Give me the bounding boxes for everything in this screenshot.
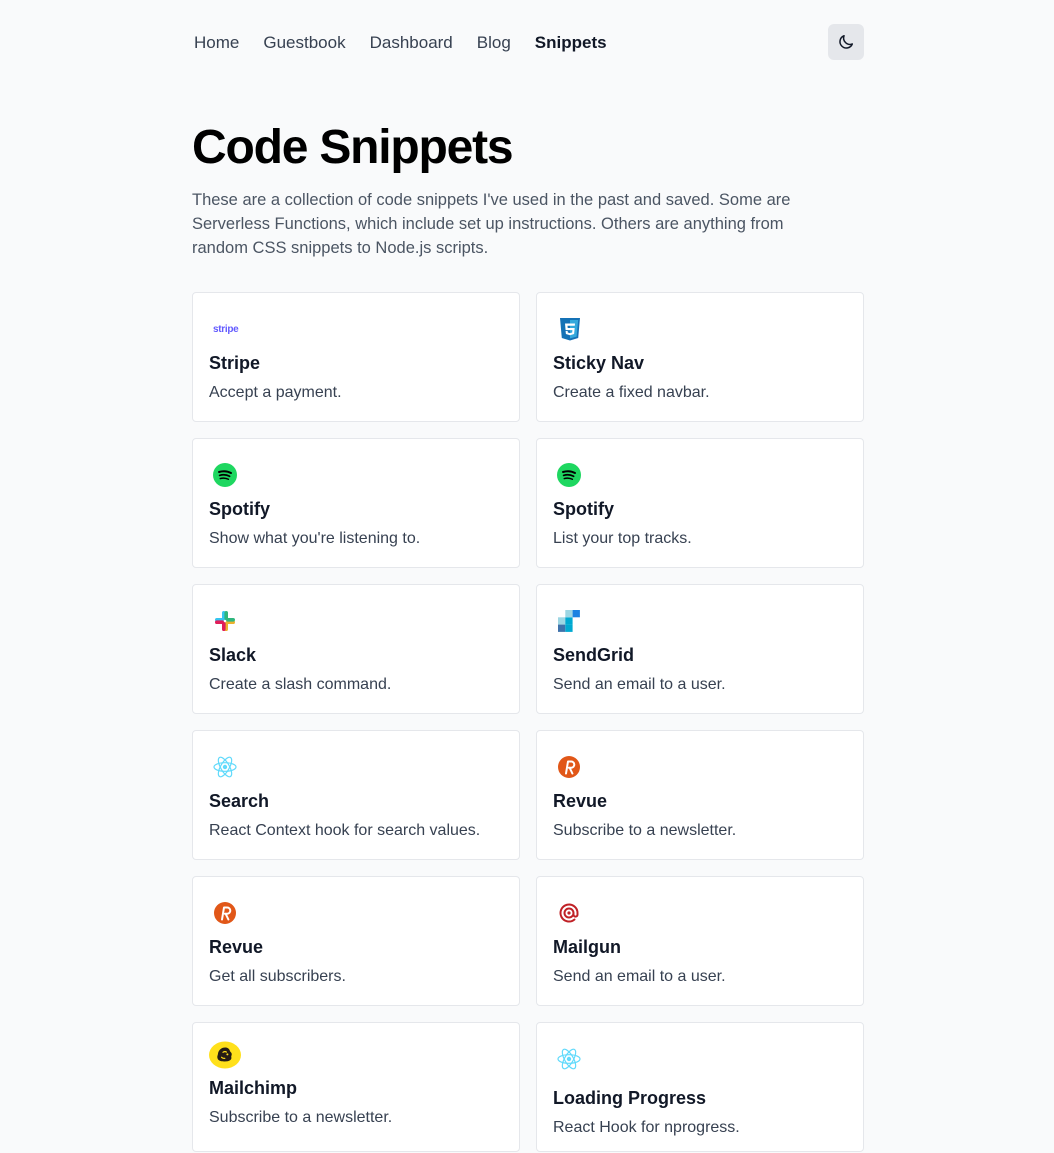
nav-link-blog[interactable]: Blog xyxy=(477,33,511,53)
snippet-title: Sticky Nav xyxy=(553,353,645,373)
snippet-title: SendGrid xyxy=(553,645,635,665)
stripe-logo: stripe xyxy=(209,313,241,345)
sendgrid-icon xyxy=(558,610,580,632)
snippet-description: Send an email to a user. xyxy=(553,676,726,693)
nav-link-home[interactable]: Home xyxy=(194,33,239,53)
mailgun-icon xyxy=(559,903,579,923)
snippet-card[interactable]: Spotify Show what you're listening to. xyxy=(192,438,520,568)
top-nav: Home Guestbook Dashboard Blog Snippets xyxy=(192,24,864,60)
css3-icon xyxy=(560,318,580,341)
nav-link-snippets[interactable]: Snippets xyxy=(535,33,607,53)
snippet-title: Revue xyxy=(209,937,264,957)
spotify-logo xyxy=(553,459,585,491)
mailgun-logo xyxy=(553,897,585,929)
page-intro: These are a collection of code snippets … xyxy=(192,191,791,257)
slack-logo xyxy=(209,605,241,637)
snippet-title: Mailgun xyxy=(553,937,621,957)
snippet-description: Get all subscribers. xyxy=(209,968,346,985)
snippet-card[interactable]: Mailchimp Subscribe to a newsletter. xyxy=(192,1022,520,1152)
mailchimp-icon xyxy=(209,1041,241,1069)
snippet-title: Mailchimp xyxy=(209,1078,298,1098)
snippet-title: Slack xyxy=(209,645,257,665)
snippet-description: Send an email to a user. xyxy=(553,968,726,985)
react-icon xyxy=(557,1048,581,1070)
spotify-icon xyxy=(557,463,581,487)
theme-toggle-button[interactable] xyxy=(828,24,864,60)
snippet-card[interactable]: Slack Create a slash command. xyxy=(192,584,520,714)
nav-link-dashboard[interactable]: Dashboard xyxy=(370,33,453,53)
sendgrid-logo xyxy=(553,605,585,637)
slack-icon xyxy=(215,611,235,631)
react-logo xyxy=(553,1043,585,1075)
snippet-card[interactable]: Mailgun Send an email to a user. xyxy=(536,876,864,1006)
snippet-description: Accept a payment. xyxy=(209,384,342,401)
mailchimp-logo xyxy=(209,1039,241,1071)
revue-icon xyxy=(214,902,236,924)
nav-link-guestbook[interactable]: Guestbook xyxy=(263,33,345,53)
snippet-description: React Hook for nprogress. xyxy=(553,1119,740,1136)
snippet-description: Subscribe to a newsletter. xyxy=(209,1109,393,1126)
snippets-grid: stripe Stripe Accept a payment. Sticky N… xyxy=(192,292,864,1152)
snippet-title: Stripe xyxy=(209,353,261,373)
snippet-description: Create a slash command. xyxy=(209,676,392,693)
css3-logo xyxy=(553,313,585,345)
snippet-card[interactable]: Revue Get all subscribers. xyxy=(192,876,520,1006)
revue-icon xyxy=(558,756,580,778)
snippet-title: Revue xyxy=(553,791,608,811)
stripe-logo-text: stripe xyxy=(213,323,239,335)
revue-logo xyxy=(553,751,585,783)
snippet-card[interactable]: Sticky Nav Create a fixed navbar. xyxy=(536,292,864,422)
snippet-title: Loading Progress xyxy=(553,1088,707,1108)
moon-icon xyxy=(839,34,854,49)
snippet-title: Spotify xyxy=(209,499,270,519)
nav-links: Home Guestbook Dashboard Blog Snippets xyxy=(194,33,631,53)
snippet-card[interactable]: Loading Progress React Hook for nprogres… xyxy=(536,1022,864,1152)
react-icon xyxy=(213,756,237,778)
snippet-title: Spotify xyxy=(553,499,614,519)
snippet-card[interactable]: SendGrid Send an email to a user. xyxy=(536,584,864,714)
revue-logo xyxy=(209,897,241,929)
snippet-card[interactable]: Spotify List your top tracks. xyxy=(536,438,864,568)
spotify-icon xyxy=(213,463,237,487)
snippet-description: Create a fixed navbar. xyxy=(553,384,710,401)
snippet-description: Subscribe to a newsletter. xyxy=(553,822,737,839)
snippet-description: List your top tracks. xyxy=(553,530,692,547)
snippet-card[interactable]: stripe Stripe Accept a payment. xyxy=(192,292,520,422)
spotify-logo xyxy=(209,459,241,491)
snippet-card[interactable]: Revue Subscribe to a newsletter. xyxy=(536,730,864,860)
page-title: Code Snippets xyxy=(192,121,514,174)
snippet-description: React Context hook for search values. xyxy=(209,822,481,839)
react-logo xyxy=(209,751,241,783)
snippet-description: Show what you're listening to. xyxy=(209,530,421,547)
snippet-card[interactable]: Search React Context hook for search val… xyxy=(192,730,520,860)
snippet-title: Search xyxy=(209,791,270,811)
